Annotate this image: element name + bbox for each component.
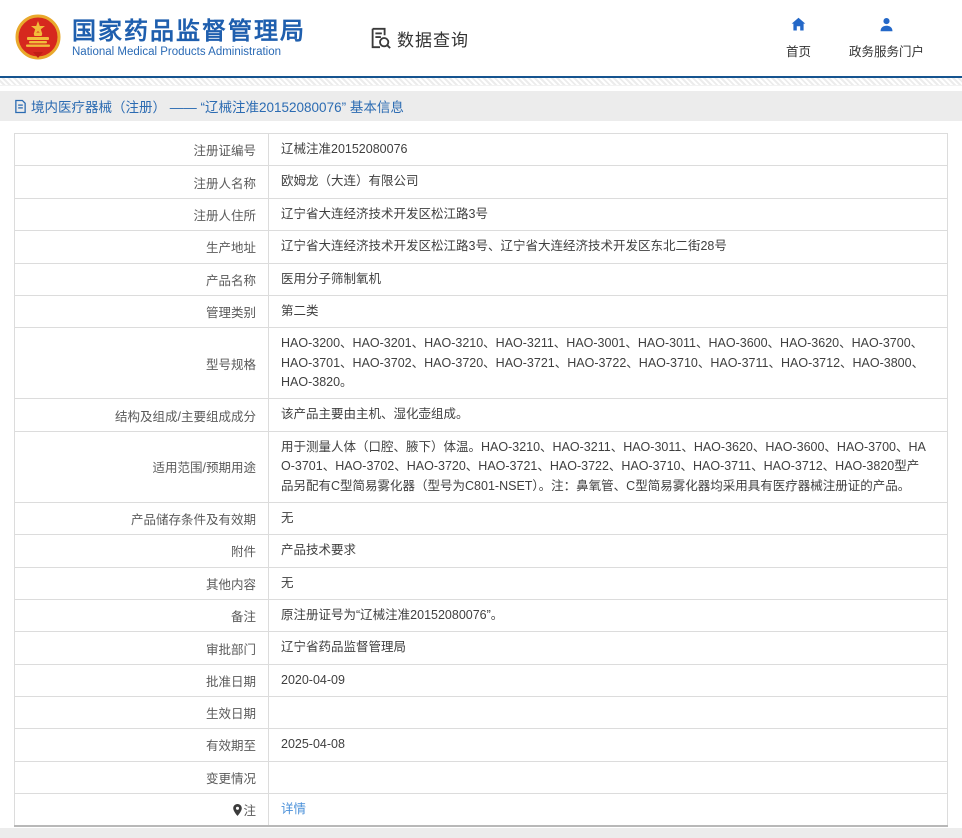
row-value: 2025-04-08 (269, 729, 948, 761)
table-row: 产品名称 医用分子筛制氧机 (15, 263, 948, 295)
row-value: 辽宁省大连经济技术开发区松江路3号 (269, 198, 948, 230)
table-row: 审批部门 辽宁省药品监督管理局 (15, 632, 948, 664)
breadcrumb-bar: 境内医疗器械（注册） —— “辽械注准20152080076” 基本信息 (0, 91, 962, 121)
breadcrumb: 境内医疗器械（注册） —— “辽械注准20152080076” 基本信息 (31, 96, 404, 116)
row-label: 产品储存条件及有效期 (15, 502, 269, 534)
table-row: 生产地址 辽宁省大连经济技术开发区松江路3号、辽宁省大连经济技术开发区东北二街2… (15, 231, 948, 263)
table-row: 生效日期 (15, 697, 948, 729)
row-label: 型号规格 (15, 328, 269, 399)
table-row: 注册证编号 辽械注准20152080076 (15, 134, 948, 166)
footer-strip (0, 828, 962, 838)
row-value: 医用分子筛制氧机 (269, 263, 948, 295)
table-row: 管理类别 第二类 (15, 295, 948, 327)
table-row: 注册人住所 辽宁省大连经济技术开发区松江路3号 (15, 198, 948, 230)
table-row: 注册人名称 欧姆龙（大连）有限公司 (15, 166, 948, 198)
row-value: 第二类 (269, 295, 948, 327)
home-icon (790, 16, 807, 38)
table-row: 其他内容 无 (15, 567, 948, 599)
row-label: 有效期至 (15, 729, 269, 761)
row-value: 详情 (269, 793, 948, 826)
row-label: 审批部门 (15, 632, 269, 664)
data-query-icon (368, 26, 392, 50)
nav-portal[interactable]: 政务服务门户 (849, 16, 924, 60)
table-row: 附件 产品技术要求 (15, 535, 948, 567)
user-icon (878, 16, 895, 38)
data-query-section[interactable]: 数据查询 (368, 26, 469, 51)
table-row: 批准日期 2020-04-09 (15, 664, 948, 696)
table-row: 结构及组成/主要组成成分 该产品主要由主机、湿化壶组成。 (15, 399, 948, 431)
detail-link[interactable]: 详情 (281, 802, 306, 816)
row-value: 辽宁省大连经济技术开发区松江路3号、辽宁省大连经济技术开发区东北二街28号 (269, 231, 948, 263)
table-row: 型号规格 HAO-3200、HAO-3201、HAO-3210、HAO-3211… (15, 328, 948, 399)
row-label: 生产地址 (15, 231, 269, 263)
note-label-text: 注 (243, 804, 256, 818)
nav-portal-label: 政务服务门户 (849, 41, 924, 60)
nav-home-label: 首页 (786, 41, 811, 60)
data-query-label: 数据查询 (397, 26, 469, 51)
brand-block: 国家药品监督管理局 National Medical Products Admi… (72, 18, 306, 59)
row-label: 适用范围/预期用途 (15, 431, 269, 502)
site-title: 国家药品监督管理局 (72, 18, 306, 46)
table-row: 备注 原注册证号为“辽械注准20152080076”。 (15, 600, 948, 632)
row-value: 2020-04-09 (269, 664, 948, 696)
row-label: 注 (15, 793, 269, 826)
row-label: 其他内容 (15, 567, 269, 599)
row-value: 产品技术要求 (269, 535, 948, 567)
row-value: HAO-3200、HAO-3201、HAO-3210、HAO-3211、HAO-… (269, 328, 948, 399)
table-row: 产品储存条件及有效期 无 (15, 502, 948, 534)
page: 国家药品监督管理局 National Medical Products Admi… (0, 0, 962, 838)
registration-table-wrap: 注册证编号 辽械注准20152080076 注册人名称 欧姆龙（大连）有限公司 … (0, 121, 962, 827)
row-label: 附件 (15, 535, 269, 567)
pin-icon (233, 804, 242, 816)
table-row: 变更情况 (15, 761, 948, 793)
row-value: 辽宁省药品监督管理局 (269, 632, 948, 664)
header-nav: 首页 政务服务门户 (786, 16, 948, 60)
hatch-strip (0, 78, 962, 86)
row-label: 注册人名称 (15, 166, 269, 198)
nav-home[interactable]: 首页 (786, 16, 811, 60)
table-row: 有效期至 2025-04-08 (15, 729, 948, 761)
row-value: 辽械注准20152080076 (269, 134, 948, 166)
row-label: 备注 (15, 600, 269, 632)
row-label: 生效日期 (15, 697, 269, 729)
row-value: 无 (269, 502, 948, 534)
national-emblem-logo (14, 14, 62, 62)
table-row: 适用范围/预期用途 用于测量人体（口腔、腋下）体温。HAO-3210、HAO-3… (15, 431, 948, 502)
site-subtitle: National Medical Products Administration (72, 46, 306, 58)
table-row-note: 注 详情 (15, 793, 948, 826)
site-header: 国家药品监督管理局 National Medical Products Admi… (0, 0, 962, 76)
row-label: 变更情况 (15, 761, 269, 793)
row-label: 结构及组成/主要组成成分 (15, 399, 269, 431)
document-icon (14, 99, 27, 114)
row-value: 用于测量人体（口腔、腋下）体温。HAO-3210、HAO-3211、HAO-30… (269, 431, 948, 502)
row-value: 欧姆龙（大连）有限公司 (269, 166, 948, 198)
row-value: 该产品主要由主机、湿化壶组成。 (269, 399, 948, 431)
row-value (269, 761, 948, 793)
row-value (269, 697, 948, 729)
row-label: 注册证编号 (15, 134, 269, 166)
row-value: 原注册证号为“辽械注准20152080076”。 (269, 600, 948, 632)
row-label: 批准日期 (15, 664, 269, 696)
row-label: 管理类别 (15, 295, 269, 327)
row-value: 无 (269, 567, 948, 599)
row-label: 产品名称 (15, 263, 269, 295)
row-label: 注册人住所 (15, 198, 269, 230)
